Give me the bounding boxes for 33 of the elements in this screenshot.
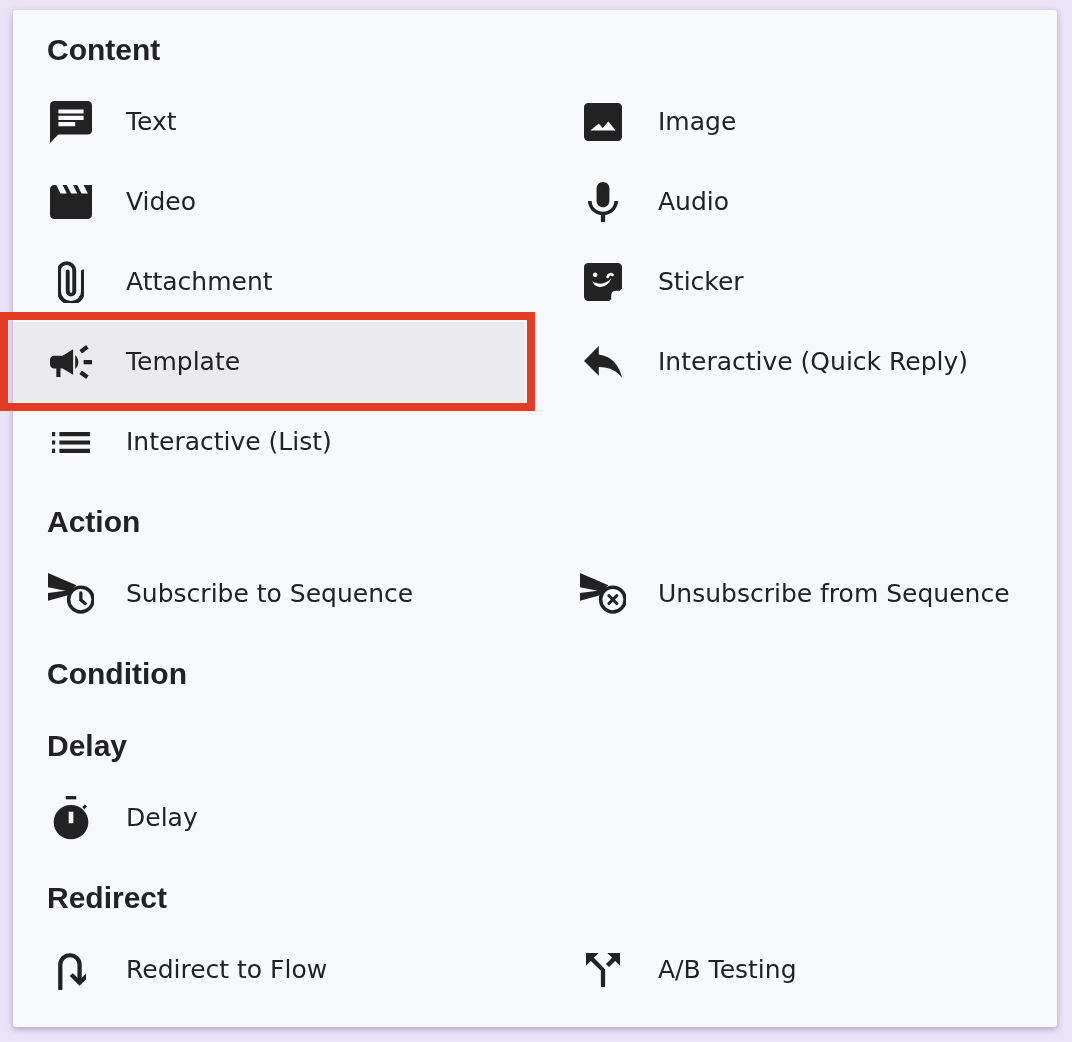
list-icon [52,431,90,453]
menu-item[interactable]: A/B Testing [545,930,1057,1010]
section-heading: Redirect [47,880,168,916]
menu-item[interactable]: Interactive (List) [13,402,525,482]
menu-item[interactable]: Redirect to Flow [13,930,525,1010]
chat-bubble-icon [50,101,92,143]
menu-item[interactable]: Interactive (Quick Reply) [545,322,1057,402]
menu-item[interactable]: Video [13,162,525,242]
image-icon [584,103,622,141]
menu-item[interactable]: Unsubscribe from Sequence [545,554,1057,634]
stopwatch-icon [52,796,90,840]
menu-item[interactable]: Text [13,82,525,162]
send-cancel-icon [580,573,626,615]
menu-item[interactable]: Attachment [13,242,525,322]
reply-arrow-icon [584,346,622,378]
menu-item[interactable]: Delay [13,778,525,858]
menu-item[interactable]: Audio [545,162,1057,242]
send-clock-icon [48,573,94,615]
section-heading: Delay [47,728,128,764]
split-arrow-icon [586,953,620,987]
paperclip-icon [58,261,84,303]
menu-item[interactable]: Sticker [545,242,1057,322]
menu-item[interactable]: Template [13,322,525,402]
curved-arrow-icon [56,950,86,990]
section-heading: Content [47,32,161,68]
clapperboard-icon [50,185,92,219]
sticker-icon [584,263,622,301]
menu-item[interactable]: Subscribe to Sequence [13,554,525,634]
section-heading: Condition [47,656,187,692]
section-heading: Action [47,504,141,540]
menu-item[interactable]: Image [545,82,1057,162]
megaphone-icon [50,345,92,379]
microphone-icon [588,182,618,222]
